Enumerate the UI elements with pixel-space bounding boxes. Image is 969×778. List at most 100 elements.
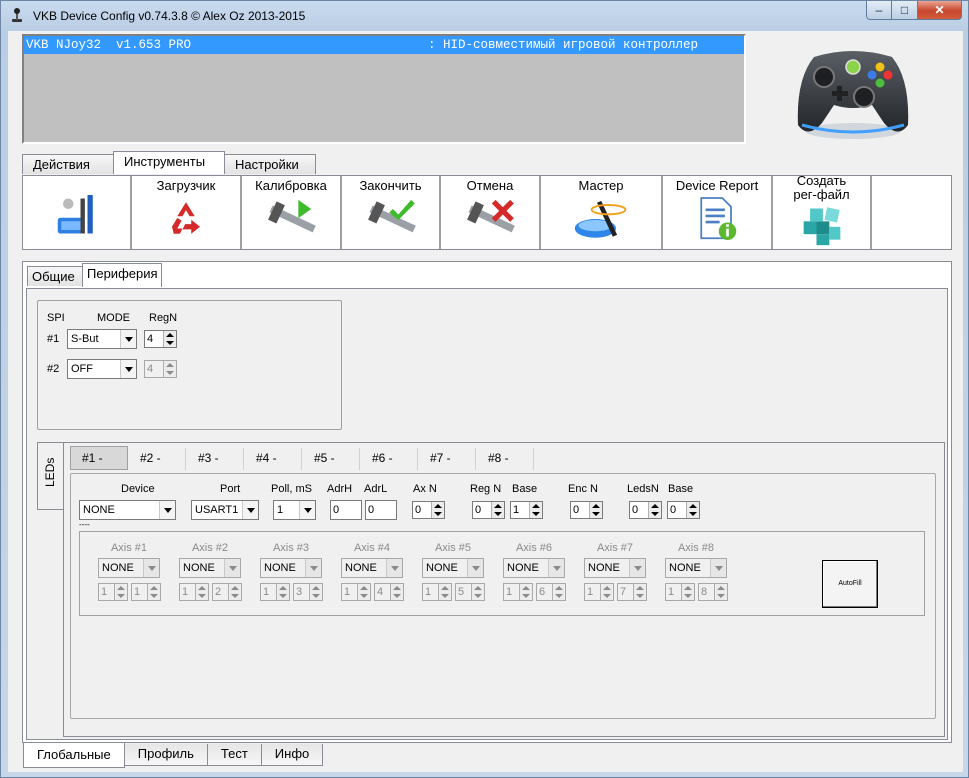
chevron-down-icon[interactable] bbox=[143, 559, 159, 577]
tab-actions[interactable]: Действия bbox=[22, 154, 114, 174]
device-select[interactable]: NONE bbox=[79, 500, 176, 520]
spi-2-mode-select[interactable]: OFF bbox=[67, 359, 137, 379]
spinner-arrows-icon[interactable] bbox=[163, 331, 176, 347]
axis-4-spinner-a: 1 bbox=[341, 583, 371, 601]
spinner-arrows-icon bbox=[357, 584, 370, 600]
chevron-down-icon[interactable] bbox=[629, 559, 645, 577]
base-spinner-1[interactable]: 1 bbox=[510, 501, 543, 519]
tab-tools[interactable]: Инструменты bbox=[113, 151, 225, 174]
tab-general[interactable]: Общие bbox=[27, 266, 83, 286]
close-button[interactable]: ✕ bbox=[918, 1, 962, 20]
tab-info[interactable]: Инфо bbox=[260, 744, 324, 766]
tab-global[interactable]: Глобальные bbox=[23, 743, 125, 768]
spinner-arrows-icon[interactable] bbox=[491, 502, 504, 518]
base-spinner-2[interactable]: 0 bbox=[667, 501, 700, 519]
axis-1-select[interactable]: NONE bbox=[98, 558, 160, 578]
chevron-down-icon[interactable] bbox=[305, 559, 321, 577]
device-list[interactable]: VKB NJoy32 v1.653 PRO : HID-совместимый … bbox=[22, 34, 746, 144]
spinner-arrows-icon[interactable] bbox=[589, 502, 602, 518]
encn-spinner[interactable]: 0 bbox=[570, 501, 603, 519]
tab-led-channel-2[interactable]: #2 - bbox=[128, 448, 186, 470]
chevron-down-icon[interactable] bbox=[120, 330, 136, 348]
axis-2-select[interactable]: NONE bbox=[179, 558, 241, 578]
tab-test[interactable]: Тест bbox=[206, 744, 262, 766]
create-reg-file-button[interactable]: Создать рег-файл bbox=[773, 174, 872, 249]
tab-led-channel-1[interactable]: #1 - bbox=[70, 446, 128, 470]
spi-1-mode-select[interactable]: S-But bbox=[67, 329, 137, 349]
axis-6-label: Axis #6 bbox=[515, 542, 553, 554]
tab-led-channel-5[interactable]: #5 - bbox=[302, 448, 360, 470]
title-bar[interactable]: VKB Device Config v0.74.3.8 © Alex Oz 20… bbox=[1, 1, 968, 31]
tab-led-channel-8[interactable]: #8 - bbox=[476, 448, 534, 470]
spinner-arrows-icon bbox=[438, 584, 451, 600]
adrh-input[interactable]: 0 bbox=[330, 500, 362, 520]
tab-led-channel-7[interactable]: #7 - bbox=[418, 448, 476, 470]
usb-tools-button[interactable] bbox=[23, 176, 132, 249]
spi-group: SPI MODE RegN #1 S-But 4 #2 OFF 4 bbox=[37, 300, 342, 430]
base-header-2: Base bbox=[668, 483, 694, 495]
tab-led-channel-3[interactable]: #3 - bbox=[186, 448, 244, 470]
chevron-down-icon[interactable] bbox=[710, 559, 726, 577]
spinner-arrows-icon[interactable] bbox=[529, 502, 542, 518]
axis-1-spinner-a: 1 bbox=[98, 583, 128, 601]
axis-4-select[interactable]: NONE bbox=[341, 558, 403, 578]
tab-leds[interactable]: LEDs bbox=[37, 442, 63, 510]
port-select[interactable]: USART1 bbox=[191, 500, 259, 520]
chevron-down-icon[interactable] bbox=[386, 559, 402, 577]
tab-settings[interactable]: Настройки bbox=[224, 154, 316, 174]
tools-toolbar: Загрузчик Калибровка Закончить Отмена Ма… bbox=[22, 174, 952, 250]
chevron-down-icon[interactable] bbox=[224, 559, 240, 577]
adrl-header: AdrL bbox=[364, 483, 388, 495]
axn-header: Ax N bbox=[413, 483, 437, 495]
axis-6-select[interactable]: NONE bbox=[503, 558, 565, 578]
ledsn-spinner[interactable]: 0 bbox=[629, 501, 662, 519]
axis-6-spinner-b: 6 bbox=[536, 583, 566, 601]
bootloader-button[interactable]: Загрузчик bbox=[132, 176, 242, 249]
spinner-arrows-icon[interactable] bbox=[648, 502, 661, 518]
axis-4-spinner-a-value: 1 bbox=[344, 586, 351, 598]
adrl-input[interactable]: 0 bbox=[365, 500, 397, 520]
caliper-cross-icon bbox=[467, 199, 515, 233]
tab-peripherals[interactable]: Периферия bbox=[82, 263, 162, 287]
finish-button[interactable]: Закончить bbox=[342, 176, 441, 249]
axis-7-label: Axis #7 bbox=[596, 542, 634, 554]
spinner-arrows-icon[interactable] bbox=[686, 502, 699, 518]
poll-select[interactable]: 1 bbox=[273, 500, 316, 520]
device-header: Device bbox=[121, 483, 155, 495]
axis-2-spinner-b: 2 bbox=[212, 583, 242, 601]
axn-spinner[interactable]: 0 bbox=[412, 501, 445, 519]
tools-panel: Общие Периферия SPI MODE RegN #1 S-But 4… bbox=[22, 261, 952, 743]
minimize-button[interactable]: – bbox=[866, 1, 892, 20]
regn-spinner[interactable]: 0 bbox=[472, 501, 505, 519]
spi-1-regn-spinner[interactable]: 4 bbox=[144, 330, 177, 348]
axis-7-select[interactable]: NONE bbox=[584, 558, 646, 578]
chevron-down-icon[interactable] bbox=[120, 360, 136, 378]
autofill-button[interactable]: AutoFill bbox=[822, 560, 878, 608]
spinner-arrows-icon bbox=[195, 584, 208, 600]
axis-3-select[interactable]: NONE bbox=[260, 558, 322, 578]
axis-7-spinner-b: 7 bbox=[617, 583, 647, 601]
maximize-button[interactable]: □ bbox=[892, 1, 918, 20]
regn-value: 0 bbox=[475, 504, 482, 516]
chevron-down-icon[interactable] bbox=[159, 501, 175, 519]
chevron-down-icon[interactable] bbox=[467, 559, 483, 577]
axis-8-select[interactable]: NONE bbox=[665, 558, 727, 578]
device-value: NONE bbox=[83, 504, 115, 516]
calibrate-button[interactable]: Калибровка bbox=[242, 176, 342, 249]
device-list-item-selected[interactable]: VKB NJoy32 v1.653 PRO : HID-совместимый … bbox=[24, 36, 744, 54]
axis-8-spinner-a: 1 bbox=[665, 583, 695, 601]
axis-5-select[interactable]: NONE bbox=[422, 558, 484, 578]
cancel-button[interactable]: Отмена bbox=[441, 176, 541, 249]
led-channel-panel: Device Port Poll, mS AdrH AdrL Ax N Reg … bbox=[70, 473, 936, 719]
chevron-down-icon[interactable] bbox=[242, 501, 258, 519]
spinner-arrows-icon[interactable] bbox=[431, 502, 444, 518]
tab-profile[interactable]: Профиль bbox=[123, 744, 208, 766]
joystick-app-icon bbox=[12, 8, 22, 22]
axis-5-label: Axis #5 bbox=[434, 542, 472, 554]
chevron-down-icon[interactable] bbox=[548, 559, 564, 577]
chevron-down-icon[interactable] bbox=[299, 501, 315, 519]
tab-led-channel-4[interactable]: #4 - bbox=[244, 448, 302, 470]
tab-led-channel-6[interactable]: #6 - bbox=[360, 448, 418, 470]
wizard-button[interactable]: Мастер bbox=[541, 176, 663, 249]
device-report-button[interactable]: Device Report bbox=[663, 176, 773, 249]
